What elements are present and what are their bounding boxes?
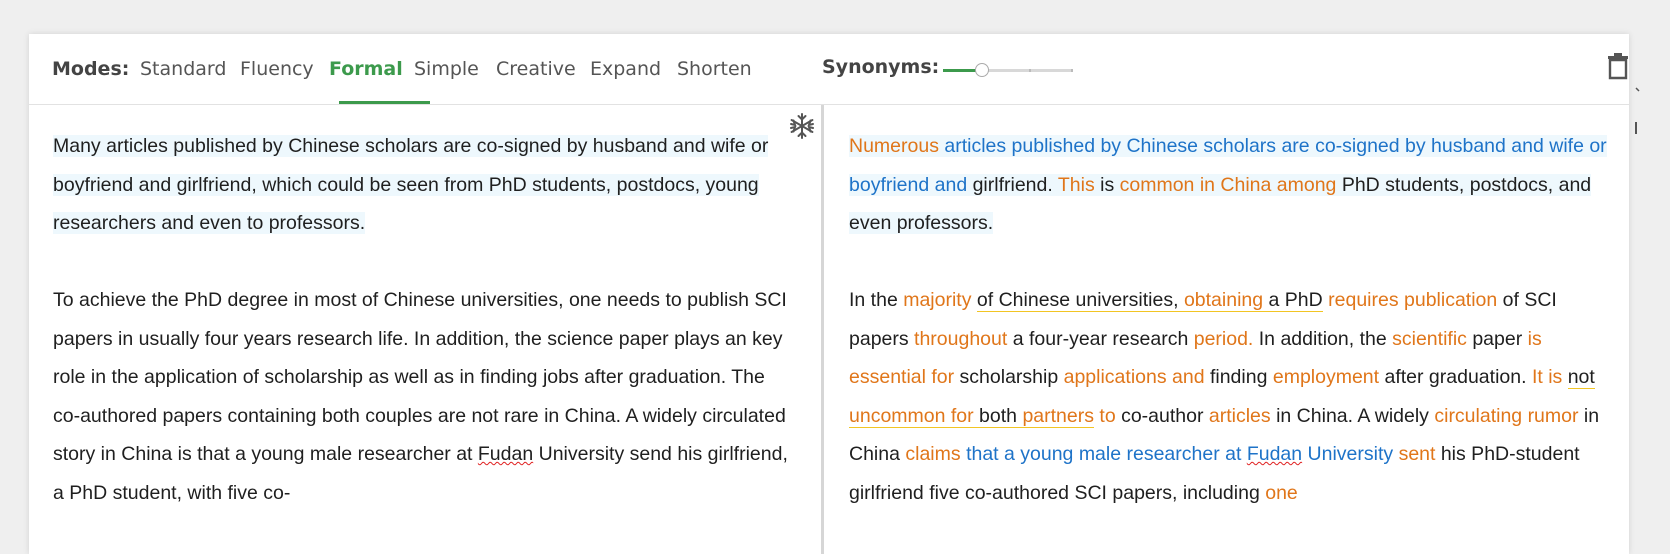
- output-text-run: [1562, 366, 1567, 388]
- changed-text-blue: University: [1302, 443, 1394, 465]
- changed-text-orange[interactable]: employment: [1273, 366, 1379, 388]
- changed-text-orange[interactable]: sent: [1399, 443, 1436, 465]
- paraphraser-card: Modes: Standard Fluency Formal Simple Cr…: [29, 34, 1629, 554]
- changed-text-orange[interactable]: common in China among: [1120, 174, 1337, 196]
- input-text-run: To achieve the PhD degree in most of Chi…: [53, 289, 787, 465]
- output-sentence-highlight: Numerous articles published by Chinese s…: [849, 135, 1607, 234]
- synonyms-label: Synonyms:: [822, 56, 940, 78]
- changed-text-orange[interactable]: It is: [1532, 366, 1562, 388]
- slider-tick: [1071, 69, 1073, 72]
- changed-text-orange[interactable]: partners: [1022, 404, 1094, 428]
- output-text-run: not: [1567, 366, 1595, 389]
- output-text-run: finding: [1204, 366, 1273, 388]
- input-paragraph: Many articles published by Chinese schol…: [53, 127, 793, 243]
- changed-text-orange[interactable]: period.: [1194, 328, 1254, 350]
- changed-text-orange[interactable]: scientific: [1392, 328, 1467, 350]
- output-text-run: is: [1094, 173, 1120, 196]
- tab-standard[interactable]: Standard: [140, 58, 226, 80]
- spellcheck-word[interactable]: Fudan: [478, 443, 533, 465]
- active-tab-indicator: [339, 101, 430, 104]
- output-text-pane: Numerous articles published by Chinese s…: [849, 127, 1619, 551]
- input-sentence-highlight: Many articles published by Chinese schol…: [53, 135, 769, 234]
- tab-fluency[interactable]: Fluency: [240, 58, 314, 80]
- changed-text-orange[interactable]: majority: [903, 289, 971, 311]
- changed-text-orange[interactable]: requires publication: [1328, 289, 1497, 311]
- output-text-run: both: [973, 404, 1023, 428]
- slider-thumb[interactable]: [975, 63, 989, 77]
- modes-label: Modes:: [52, 58, 130, 80]
- changed-text-orange[interactable]: throughout: [914, 328, 1007, 350]
- changed-text-orange[interactable]: articles: [1209, 405, 1271, 427]
- changed-text-orange[interactable]: to: [1099, 405, 1115, 427]
- output-paragraph: In the majority of Chinese universities,…: [849, 281, 1619, 512]
- output-text-run: In addition, the: [1253, 327, 1393, 350]
- changed-text-orange[interactable]: circulating rumor: [1434, 405, 1578, 427]
- output-text-run: of Chinese universities,: [976, 289, 1184, 312]
- trash-icon[interactable]: [1607, 52, 1629, 80]
- synonyms-slider[interactable]: [943, 63, 1073, 79]
- output-text-run: co-author: [1115, 404, 1209, 427]
- changed-text-orange[interactable]: applications and: [1064, 366, 1205, 388]
- output-text-run: girlfriend.: [967, 173, 1058, 196]
- tab-expand[interactable]: Expand: [590, 58, 661, 80]
- tab-formal[interactable]: Formal: [329, 58, 403, 80]
- output-text-run: a PhD: [1263, 289, 1323, 312]
- output-text-run: paper: [1466, 327, 1528, 350]
- output-text-run: in China. A widely: [1270, 404, 1435, 427]
- changed-text-orange[interactable]: one: [1265, 482, 1298, 504]
- changed-text-orange[interactable]: This: [1058, 174, 1095, 196]
- changed-text-blue: that a young male researcher at: [966, 443, 1247, 465]
- input-text-pane[interactable]: Many articles published by Chinese schol…: [53, 127, 793, 551]
- output-text-run: a four-year research: [1007, 327, 1194, 350]
- changed-text-orange[interactable]: claims: [905, 443, 960, 465]
- pane-divider[interactable]: [821, 105, 824, 554]
- tab-creative[interactable]: Creative: [496, 58, 576, 80]
- input-paragraph: To achieve the PhD degree in most of Chi…: [53, 281, 793, 512]
- changed-text-orange[interactable]: obtaining: [1183, 289, 1264, 312]
- tab-shorten[interactable]: Shorten: [677, 58, 752, 80]
- changed-text-orange[interactable]: uncommon for: [849, 404, 974, 428]
- edge-handle: [1634, 82, 1644, 142]
- output-paragraph: Numerous articles published by Chinese s…: [849, 127, 1619, 243]
- slider-tick: [1029, 69, 1031, 72]
- tab-simple[interactable]: Simple: [414, 58, 479, 80]
- mode-toolbar: Modes: Standard Fluency Formal Simple Cr…: [29, 34, 1629, 105]
- spellcheck-word: Fudan: [1246, 443, 1303, 465]
- output-text-run: In the: [849, 289, 904, 311]
- changed-text-orange[interactable]: Numerous: [849, 135, 939, 157]
- output-text-run: scholarship: [954, 366, 1064, 388]
- output-text-run: after graduation.: [1379, 366, 1532, 388]
